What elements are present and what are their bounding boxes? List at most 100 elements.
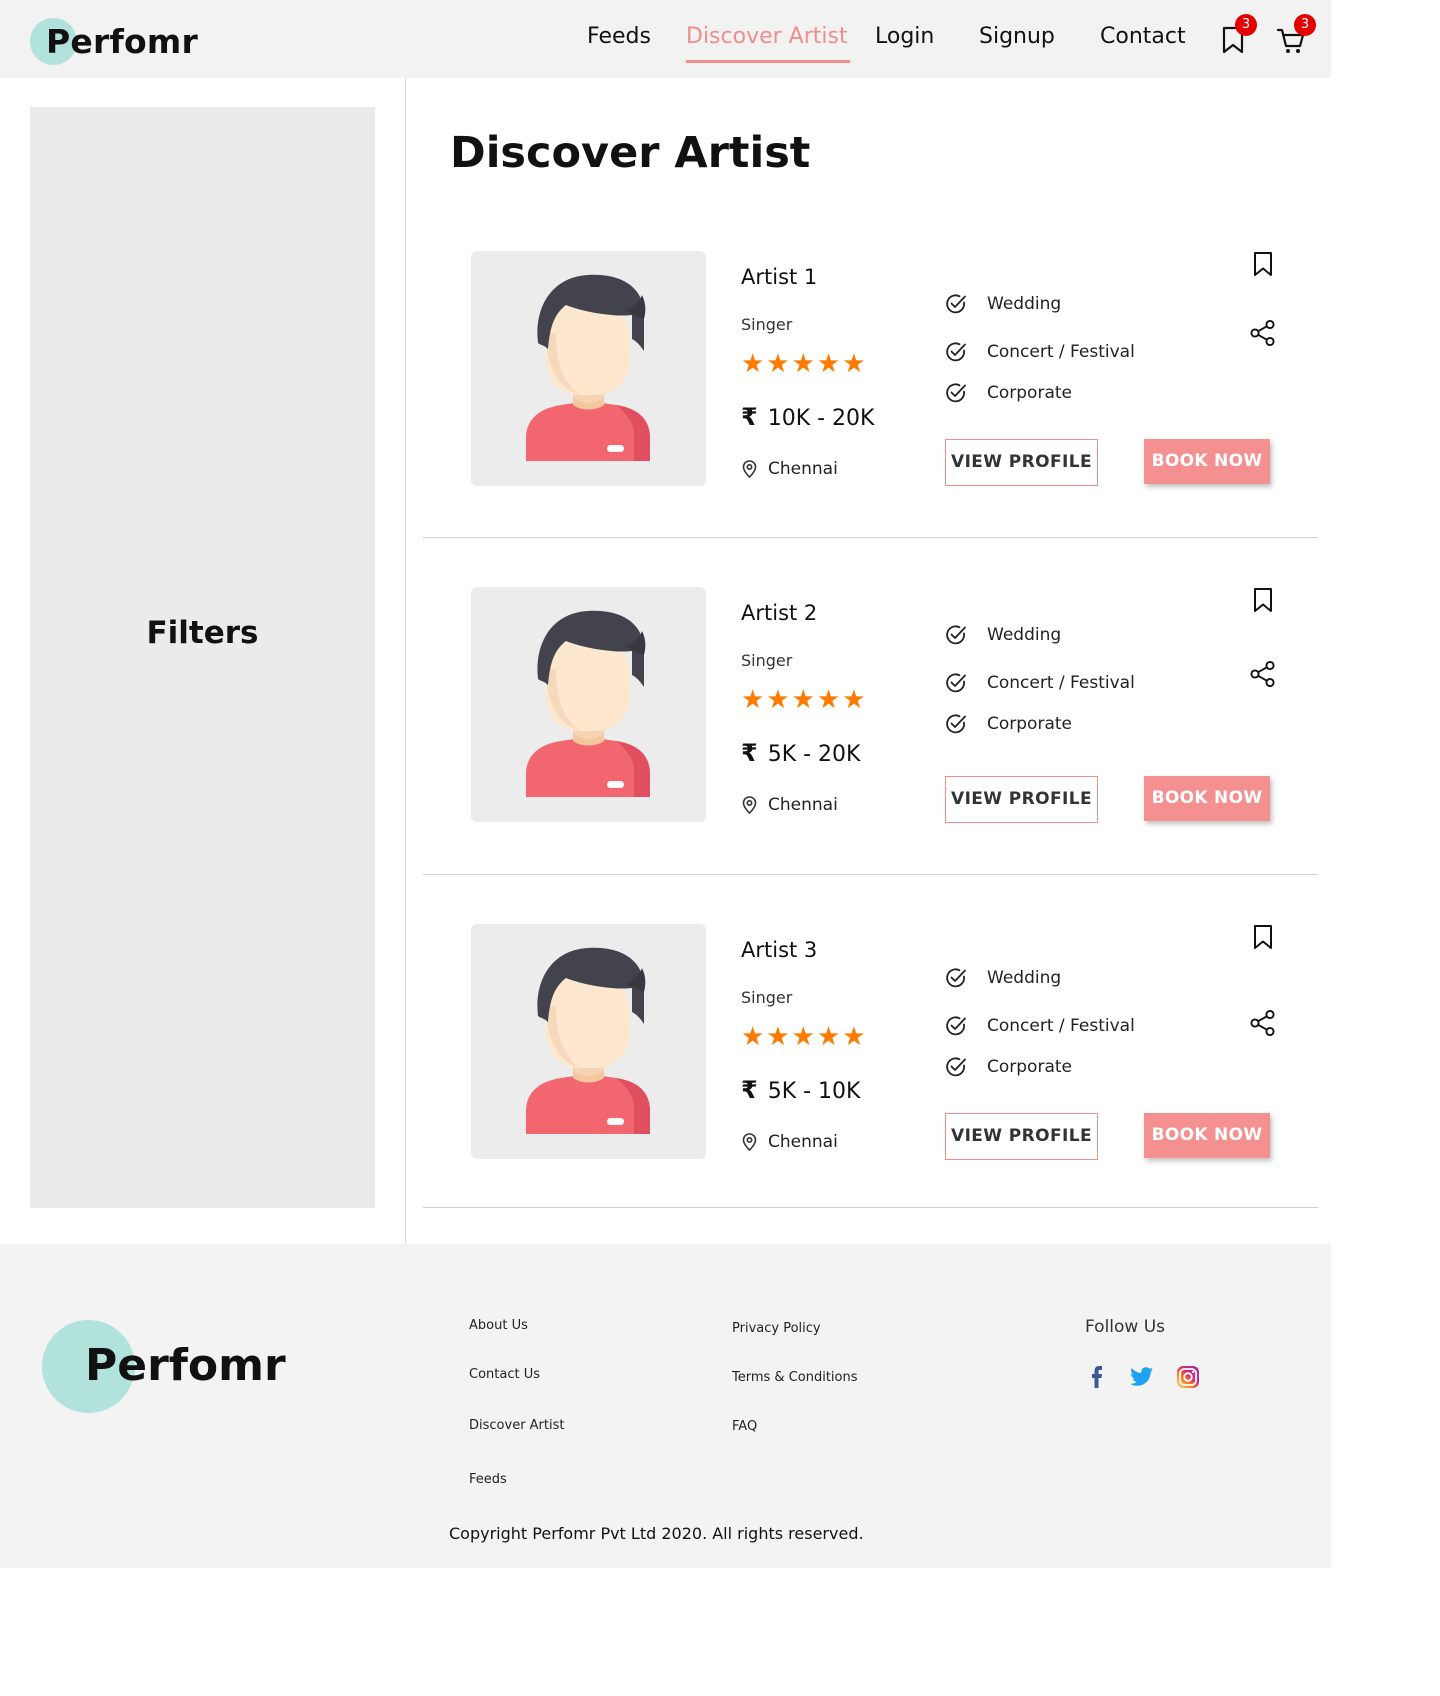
event-type-item: Corporate <box>945 382 1072 404</box>
check-circle-icon <box>946 968 966 988</box>
footer-link-feeds[interactable]: Feeds <box>469 1472 507 1487</box>
artist-role: Singer <box>741 315 793 334</box>
event-type-item: Concert / Festival <box>945 672 1135 694</box>
event-type-item: Corporate <box>945 1056 1072 1078</box>
card-bookmark-icon[interactable] <box>1251 251 1275 281</box>
nav-feeds[interactable]: Feeds <box>587 24 651 49</box>
view-profile-button[interactable]: VIEW PROFILE <box>945 439 1098 486</box>
rupee-icon: ₹ <box>741 403 758 431</box>
location: Chennai <box>741 795 838 815</box>
rupee-icon: ₹ <box>741 1076 758 1104</box>
footer-link-about-us[interactable]: About Us <box>469 1318 528 1333</box>
event-type-label: Wedding <box>987 294 1062 314</box>
location: Chennai <box>741 1132 838 1152</box>
artist-avatar[interactable] <box>471 587 706 822</box>
check-circle-icon <box>946 625 966 645</box>
nav-discover-artist[interactable]: Discover Artist <box>686 24 848 49</box>
view-profile-button[interactable]: VIEW PROFILE <box>945 1113 1098 1160</box>
book-now-button[interactable]: BOOK NOW <box>1144 439 1270 484</box>
card-divider <box>423 537 1318 538</box>
bookmark-count-badge: 3 <box>1235 14 1257 36</box>
top-header: Perfomr Feeds Discover Artist Login Sign… <box>0 0 1331 78</box>
event-type-label: Wedding <box>987 625 1062 645</box>
event-type-item: Wedding <box>945 293 1061 315</box>
card-divider <box>423 874 1318 875</box>
price-value: 10K - 20K <box>767 406 875 431</box>
event-type-label: Concert / Festival <box>987 1016 1135 1036</box>
filters-panel[interactable]: Filters <box>30 107 375 1208</box>
check-circle-icon <box>946 1057 966 1077</box>
price-range: ₹5K - 10K <box>741 1076 860 1104</box>
rating-stars: ★★★★★ <box>741 349 868 379</box>
artist-avatar[interactable] <box>471 251 706 486</box>
event-type-item: Wedding <box>945 624 1061 646</box>
share-icon[interactable] <box>1249 319 1277 351</box>
check-circle-icon <box>946 294 966 314</box>
follow-us-title: Follow Us <box>1085 1317 1166 1337</box>
avatar-illustration <box>526 947 650 1134</box>
artist-role: Singer <box>741 988 793 1007</box>
nav-signup[interactable]: Signup <box>979 24 1055 49</box>
artist-role: Singer <box>741 651 793 670</box>
instagram-icon[interactable] <box>1175 1364 1201 1390</box>
price-range: ₹5K - 20K <box>741 739 860 767</box>
card-bookmark-icon[interactable] <box>1251 587 1275 617</box>
footer-link-discover-artist[interactable]: Discover Artist <box>469 1418 564 1433</box>
artist-name[interactable]: Artist 1 <box>741 265 817 289</box>
event-type-label: Corporate <box>987 383 1072 403</box>
share-icon[interactable] <box>1249 1009 1277 1041</box>
price-value: 5K - 20K <box>767 742 861 767</box>
event-type-label: Concert / Festival <box>987 673 1135 693</box>
check-circle-icon <box>946 1016 966 1036</box>
artist-avatar[interactable] <box>471 924 706 1159</box>
rating-stars: ★★★★★ <box>741 685 868 715</box>
page-title: Discover Artist <box>450 128 811 178</box>
location-pin-icon <box>742 796 757 814</box>
rating-stars: ★★★★★ <box>741 1022 868 1052</box>
twitter-icon[interactable] <box>1129 1364 1155 1390</box>
footer-link-privacy-policy[interactable]: Privacy Policy <box>732 1321 821 1336</box>
location-text: Chennai <box>768 795 838 815</box>
footer: Perfomr About Us Contact Us Discover Art… <box>0 1244 1331 1568</box>
price-value: 5K - 10K <box>767 1079 861 1104</box>
location-text: Chennai <box>768 459 838 479</box>
location-pin-icon <box>742 1133 757 1151</box>
event-type-label: Corporate <box>987 714 1072 734</box>
footer-brand-name: Perfomr <box>85 1340 286 1391</box>
brand-name: Perfomr <box>46 22 198 61</box>
avatar-illustration <box>526 610 650 797</box>
artist-card-2: Artist 2 Singer ★★★★★ ₹5K - 20K Chennai … <box>423 587 1318 875</box>
check-circle-icon <box>946 714 966 734</box>
footer-link-faq[interactable]: FAQ <box>732 1419 757 1434</box>
check-circle-icon <box>946 342 966 362</box>
rupee-icon: ₹ <box>741 739 758 767</box>
artist-name[interactable]: Artist 3 <box>741 938 817 962</box>
event-type-label: Concert / Festival <box>987 342 1135 362</box>
view-profile-button[interactable]: VIEW PROFILE <box>945 776 1098 823</box>
footer-link-terms[interactable]: Terms & Conditions <box>732 1370 858 1385</box>
artist-card-3: Artist 3 Singer ★★★★★ ₹5K - 10K Chennai … <box>423 924 1318 1208</box>
card-bookmark-icon[interactable] <box>1251 924 1275 954</box>
event-type-label: Wedding <box>987 968 1062 988</box>
artist-name[interactable]: Artist 2 <box>741 601 817 625</box>
avatar-illustration <box>526 274 650 461</box>
location-text: Chennai <box>768 1132 838 1152</box>
nav-contact[interactable]: Contact <box>1100 24 1186 49</box>
event-type-item: Corporate <box>945 713 1072 735</box>
facebook-icon[interactable] <box>1084 1364 1110 1390</box>
book-now-button[interactable]: BOOK NOW <box>1144 1113 1270 1158</box>
nav-login[interactable]: Login <box>875 24 934 49</box>
book-now-button[interactable]: BOOK NOW <box>1144 776 1270 821</box>
card-divider <box>423 1207 1318 1208</box>
sidebar-divider <box>405 78 406 1244</box>
event-type-item: Concert / Festival <box>945 341 1135 363</box>
location: Chennai <box>741 459 838 479</box>
footer-link-contact-us[interactable]: Contact Us <box>469 1367 540 1382</box>
check-circle-icon <box>946 673 966 693</box>
event-type-item: Concert / Festival <box>945 1015 1135 1037</box>
share-icon[interactable] <box>1249 660 1277 692</box>
event-type-label: Corporate <box>987 1057 1072 1077</box>
filters-title: Filters <box>146 615 259 651</box>
nav-active-underline <box>686 60 850 63</box>
artist-card-1: Artist 1 Singer ★★★★★ ₹10K - 20K Chennai… <box>423 251 1318 538</box>
